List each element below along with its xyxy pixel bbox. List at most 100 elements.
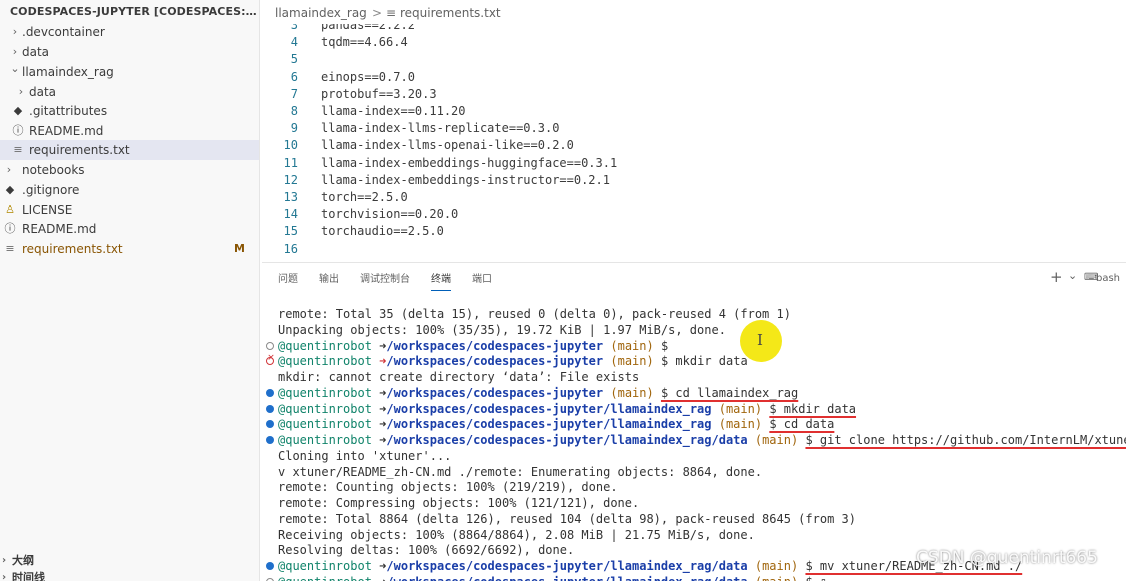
- command-error-icon[interactable]: [266, 353, 275, 366]
- command-success-icon[interactable]: [266, 404, 274, 413]
- command-success-icon[interactable]: [266, 420, 274, 429]
- breadcrumb: llamaindex_rag > ≡ requirements.txt: [262, 0, 1126, 24]
- code-line[interactable]: 14 torchvision==0.20.0: [262, 206, 1126, 223]
- command-success-icon[interactable]: [266, 436, 274, 444]
- code-line[interactable]: 5: [262, 51, 1126, 68]
- tree-item-readme[interactable]: ⓘ README.md: [0, 121, 259, 141]
- tree-item-label: data: [22, 45, 50, 59]
- timeline-section[interactable]: › 时间线: [0, 571, 259, 581]
- code-text: llama-index-embeddings-instructor==0.2.1: [321, 172, 610, 187]
- prompt-path: /workspaces/codespaces-jupyter/llamainde…: [386, 575, 747, 581]
- terminal-output-line: Unpacking objects: 100% (35/35), 19.72 K…: [278, 322, 726, 337]
- prompt-command: $ git clone https://github.com/InternLM/…: [805, 433, 1126, 447]
- terminal-output[interactable]: remote: Total 35 (delta 15), reused 0 (d…: [262, 306, 1126, 581]
- code-line[interactable]: 11 llama-index-embeddings-huggingface==0.…: [262, 155, 1126, 172]
- prompt-user: @quentinrobot: [278, 575, 372, 581]
- tree-item-gitignore[interactable]: ◆ .gitignore: [0, 180, 259, 200]
- prompt-command: $ cd llamaindex_rag: [660, 385, 799, 400]
- text-file-icon: ≡: [386, 6, 397, 20]
- prompt-user: @quentinrobot: [278, 417, 372, 432]
- chevron-down-icon[interactable]: ⌄: [1068, 269, 1077, 282]
- tree-item-license[interactable]: ♙ LICENSE: [0, 200, 259, 220]
- line-number: 9: [290, 121, 298, 136]
- chevron-right-icon: ›: [2, 555, 7, 566]
- tree-item-llamaindex-data[interactable]: › data: [0, 82, 259, 102]
- line-number: 13: [283, 190, 298, 204]
- tab-problems[interactable]: 问题: [278, 273, 298, 291]
- prompt-path: /workspaces/codespaces-jupyter/llamainde…: [386, 559, 748, 573]
- terminal-shell-label[interactable]: bash: [1096, 273, 1120, 284]
- terminal-prompt-line: @quentinrobot ➜/workspaces/codespaces-ju…: [278, 338, 668, 354]
- tree-item-requirements-active[interactable]: ≡ requirements.txt: [0, 140, 259, 160]
- prompt-path: /workspaces/codespaces-jupyter: [386, 385, 604, 400]
- text-file-icon: ≡: [5, 242, 15, 255]
- command-pending-icon[interactable]: [266, 341, 274, 350]
- line-number: 7: [290, 86, 298, 101]
- code-line[interactable]: 9 llama-index-llms-replicate==0.3.0: [262, 120, 1126, 137]
- code-line[interactable]: 15 torchaudio==2.5.0: [262, 223, 1126, 240]
- terminal-prompt-line: @quentinrobot ➜/workspaces/codespaces-ju…: [278, 353, 748, 369]
- prompt-command: $: [660, 338, 669, 353]
- code-line[interactable]: 4 tqdm==4.66.4: [262, 34, 1126, 51]
- code-text: llama-index-embeddings-huggingface==0.3.…: [321, 155, 618, 170]
- breadcrumb-file[interactable]: requirements.txt: [400, 0, 501, 26]
- prompt-command: $ mkdir data: [660, 354, 748, 369]
- tree-item-notebooks[interactable]: › notebooks: [0, 160, 259, 180]
- line-number: 5: [290, 52, 298, 67]
- prompt-command: $ ▯: [805, 575, 827, 581]
- prompt-user: @quentinrobot: [278, 559, 372, 573]
- terminal-output-line: Receiving objects: 100% (8864/8864), 2.0…: [278, 527, 755, 542]
- chevron-right-icon: ›: [18, 85, 24, 98]
- prompt-branch: (main): [754, 559, 799, 573]
- terminal-output-line: mkdir: cannot create directory ‘data’: F…: [278, 370, 640, 384]
- terminal-prompt-line: @quentinrobot ➜/workspaces/codespaces-ju…: [278, 574, 827, 581]
- tree-item-devcontainer[interactable]: › .devcontainer: [0, 22, 259, 42]
- tab-debug-console[interactable]: 调试控制台: [360, 273, 410, 291]
- prompt-branch: (main): [610, 354, 654, 369]
- command-success-icon[interactable]: [266, 388, 274, 397]
- prompt-branch: (main): [610, 385, 654, 400]
- tree-item-label: llamaindex_rag: [22, 65, 114, 79]
- code-line[interactable]: 7 protobuf==3.20.3: [262, 86, 1126, 103]
- breadcrumb-separator: >: [372, 6, 383, 20]
- line-number: 6: [290, 69, 298, 84]
- explorer-header[interactable]: CODESPACES-JUPYTER [CODESPACES: CONGENIA…: [10, 5, 258, 18]
- code-text: pandas==2.2.2: [321, 24, 415, 32]
- tree-item-gitattributes[interactable]: ◆ .gitattributes: [0, 101, 259, 121]
- code-line[interactable]: 16: [262, 241, 1126, 258]
- chevron-down-icon: ⌄: [10, 62, 20, 75]
- tab-output[interactable]: 输出: [319, 273, 339, 291]
- tree-item-label: README.md: [22, 222, 97, 236]
- code-text: torch==2.5.0: [321, 190, 408, 204]
- prompt-branch: (main): [610, 338, 654, 353]
- tab-ports[interactable]: 端口: [472, 273, 492, 291]
- code-editor[interactable]: 3 pandas==2.2.2 4 tqdm==4.66.4 5 6 einops==0.7…: [262, 24, 1126, 260]
- prompt-user: @quentinrobot: [278, 354, 372, 369]
- chevron-right-icon: ›: [12, 25, 18, 38]
- code-line[interactable]: 12 llama-index-embeddings-instructor==0.2…: [262, 172, 1126, 189]
- code-line[interactable]: 3 pandas==2.2.2: [262, 24, 1126, 34]
- command-success-icon[interactable]: [266, 562, 274, 570]
- line-number: 16: [283, 241, 298, 256]
- code-line[interactable]: 10 llama-index-llms-openai-like==0.2.0: [262, 137, 1126, 154]
- code-line[interactable]: 6 einops==0.7.0: [262, 69, 1126, 86]
- terminal-output-line: Cloning into 'xtuner'...: [278, 448, 452, 463]
- tree-item-label: requirements.txt: [29, 143, 130, 157]
- code-line[interactable]: 8 llama-index==0.11.20: [262, 103, 1126, 120]
- tree-item-data[interactable]: › data: [0, 42, 259, 62]
- tree-item-root-readme[interactable]: ⓘ README.md: [0, 219, 259, 239]
- breadcrumb-folder[interactable]: llamaindex_rag: [275, 0, 367, 26]
- outline-section[interactable]: › 大纲: [0, 552, 259, 570]
- code-line[interactable]: 13 torch==2.5.0: [262, 189, 1126, 206]
- terminal-output-line: v xtuner/README_zh-CN.md ./remote: Enume…: [278, 464, 763, 479]
- tab-terminal[interactable]: 终端: [431, 273, 451, 291]
- line-number: 14: [283, 207, 298, 222]
- add-terminal-icon[interactable]: +: [1050, 268, 1063, 286]
- line-number: 3: [290, 24, 298, 32]
- tree-item-llamaindex-rag[interactable]: ⌄ llamaindex_rag: [0, 62, 259, 82]
- prompt-branch: (main): [754, 433, 799, 447]
- tree-item-label: README.md: [29, 124, 104, 138]
- prompt-command: $ mkdir data: [769, 401, 857, 416]
- tree-item-label: notebooks: [22, 163, 85, 177]
- tree-item-root-requirements[interactable]: ≡ requirements.txt M: [0, 239, 259, 259]
